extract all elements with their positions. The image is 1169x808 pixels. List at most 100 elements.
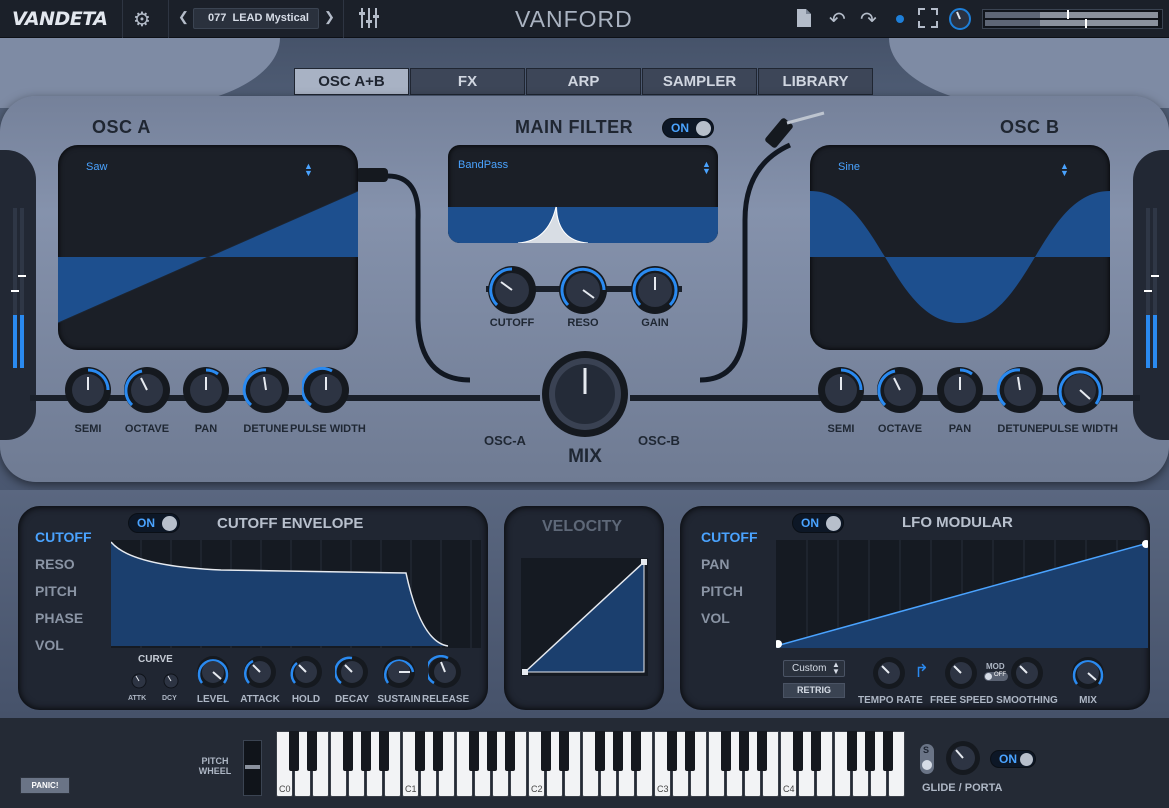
glide-knob[interactable]	[945, 740, 981, 776]
black-key[interactable]	[883, 731, 893, 771]
preset-next-arrow-icon[interactable]: ❯	[324, 9, 335, 25]
black-key[interactable]	[811, 731, 821, 771]
osc-a-pulse-width-knob[interactable]	[302, 366, 350, 414]
lfo-toggle[interactable]: ON	[792, 513, 844, 533]
tab-fx[interactable]: FX	[410, 68, 525, 95]
black-key[interactable]	[487, 731, 497, 771]
env-target-phase[interactable]: PHASE	[35, 610, 83, 626]
lfo-smoothing-knob[interactable]	[1010, 656, 1044, 690]
settings-gear-icon[interactable]: ⚙	[133, 7, 151, 32]
black-key[interactable]	[631, 731, 641, 771]
osc-b-waveform-display[interactable]: Sine ▲ ▼	[810, 145, 1110, 350]
lfo-free-speed-knob[interactable]	[944, 656, 978, 690]
curve-decay-knob[interactable]	[163, 673, 179, 689]
env-target-reso[interactable]: RESO	[35, 556, 75, 572]
pitch-wheel[interactable]	[243, 740, 262, 796]
lfo-tempo-rate-knob[interactable]	[872, 656, 906, 690]
envelope-graph[interactable]	[111, 540, 481, 648]
lfo-shape-select[interactable]: Custom ▲ ▼	[783, 660, 845, 677]
env-release-knob[interactable]	[428, 655, 462, 689]
osc-a-semi-knob[interactable]	[64, 366, 112, 414]
lfo-target-pan[interactable]: PAN	[701, 556, 730, 572]
sync-arrow-icon[interactable]: ↱	[914, 661, 929, 682]
master-volume-knob[interactable]	[949, 8, 971, 35]
toggle-label: ON	[671, 121, 689, 135]
preset-selector[interactable]: 077 LEAD Mystical	[193, 8, 319, 29]
osc-b-detune-knob[interactable]	[996, 366, 1044, 414]
tab-osc-ab[interactable]: OSC A+B	[294, 68, 409, 95]
envelope-toggle[interactable]: ON	[128, 513, 180, 533]
lfo-retrig-button[interactable]: RETRIG	[783, 683, 845, 698]
tab-arp[interactable]: ARP	[526, 68, 641, 95]
redo-icon[interactable]: ↷	[860, 7, 877, 32]
black-key[interactable]	[595, 731, 605, 771]
osc-b-pulse-width-knob[interactable]	[1056, 366, 1104, 414]
s-switch[interactable]: S	[920, 744, 934, 774]
black-key[interactable]	[685, 731, 695, 771]
lfo-graph[interactable]	[776, 540, 1148, 648]
black-key[interactable]	[541, 731, 551, 771]
black-key[interactable]	[739, 731, 749, 771]
panic-button[interactable]: PANIC!	[20, 777, 70, 794]
s-switch-label: S	[923, 745, 930, 755]
glide-toggle[interactable]: ON	[990, 750, 1036, 768]
black-key[interactable]	[613, 731, 623, 771]
toggle-label: ON	[999, 752, 1017, 766]
black-key[interactable]	[793, 731, 803, 771]
env-attack-knob[interactable]	[243, 655, 277, 689]
black-key[interactable]	[289, 731, 299, 771]
preset-prev-arrow-icon[interactable]: ❮	[178, 9, 189, 25]
osc-a-detune-knob[interactable]	[242, 366, 290, 414]
black-key[interactable]	[505, 731, 515, 771]
gain-knob[interactable]	[630, 265, 680, 315]
osc-b-pan-knob[interactable]	[936, 366, 984, 414]
osc-a-octave-knob[interactable]	[123, 366, 171, 414]
velocity-curve-graph[interactable]	[521, 558, 648, 676]
black-key[interactable]	[361, 731, 371, 771]
osc-b-octave-knob[interactable]	[876, 366, 924, 414]
black-key[interactable]	[667, 731, 677, 771]
tab-sampler[interactable]: SAMPLER	[642, 68, 757, 95]
velocity-title: VELOCITY	[542, 518, 623, 535]
main-filter-toggle[interactable]: ON	[662, 118, 714, 138]
env-level-knob[interactable]	[196, 655, 230, 689]
status-dot	[896, 15, 904, 23]
black-key[interactable]	[433, 731, 443, 771]
osc-b-semi-knob[interactable]	[817, 366, 865, 414]
black-key[interactable]	[379, 731, 389, 771]
mix-knob[interactable]	[541, 350, 629, 438]
lfo-target-pitch[interactable]: PITCH	[701, 583, 743, 599]
osc-a-waveform-display[interactable]: Saw ▲ ▼	[58, 145, 358, 350]
env-attack-label: ATTACK	[240, 694, 280, 705]
black-key[interactable]	[865, 731, 875, 771]
env-target-pitch[interactable]: PITCH	[35, 583, 77, 599]
lfo-smoothing-label: SMOOTHING	[996, 695, 1058, 706]
undo-icon[interactable]: ↶	[829, 7, 846, 32]
lfo-target-vol[interactable]: VOL	[701, 610, 730, 626]
cutoff-knob[interactable]	[487, 265, 537, 315]
mixer-sliders-icon[interactable]	[358, 6, 380, 35]
env-hold-knob[interactable]	[289, 655, 323, 689]
black-key[interactable]	[847, 731, 857, 771]
mod-toggle[interactable]: OFF	[984, 672, 1008, 681]
black-key[interactable]	[721, 731, 731, 771]
black-key[interactable]	[757, 731, 767, 771]
lfo-target-cutoff[interactable]: CUTOFF	[701, 529, 758, 545]
black-key[interactable]	[415, 731, 425, 771]
black-key[interactable]	[307, 731, 317, 771]
black-key[interactable]	[559, 731, 569, 771]
lfo-mix-knob[interactable]	[1071, 656, 1105, 690]
tab-library[interactable]: LIBRARY	[758, 68, 873, 95]
env-target-vol[interactable]: VOL	[35, 637, 64, 653]
env-target-cutoff[interactable]: CUTOFF	[35, 529, 92, 545]
curve-attack-knob[interactable]	[131, 673, 147, 689]
filter-display[interactable]: BandPass ▲ ▼	[448, 145, 718, 243]
new-file-icon[interactable]	[796, 8, 812, 33]
black-key[interactable]	[343, 731, 353, 771]
env-decay-knob[interactable]	[335, 655, 369, 689]
env-sustain-knob[interactable]	[382, 655, 416, 689]
osc-a-pan-knob[interactable]	[182, 366, 230, 414]
black-key[interactable]	[469, 731, 479, 771]
reso-knob[interactable]	[558, 265, 608, 315]
expand-icon[interactable]	[918, 8, 938, 33]
